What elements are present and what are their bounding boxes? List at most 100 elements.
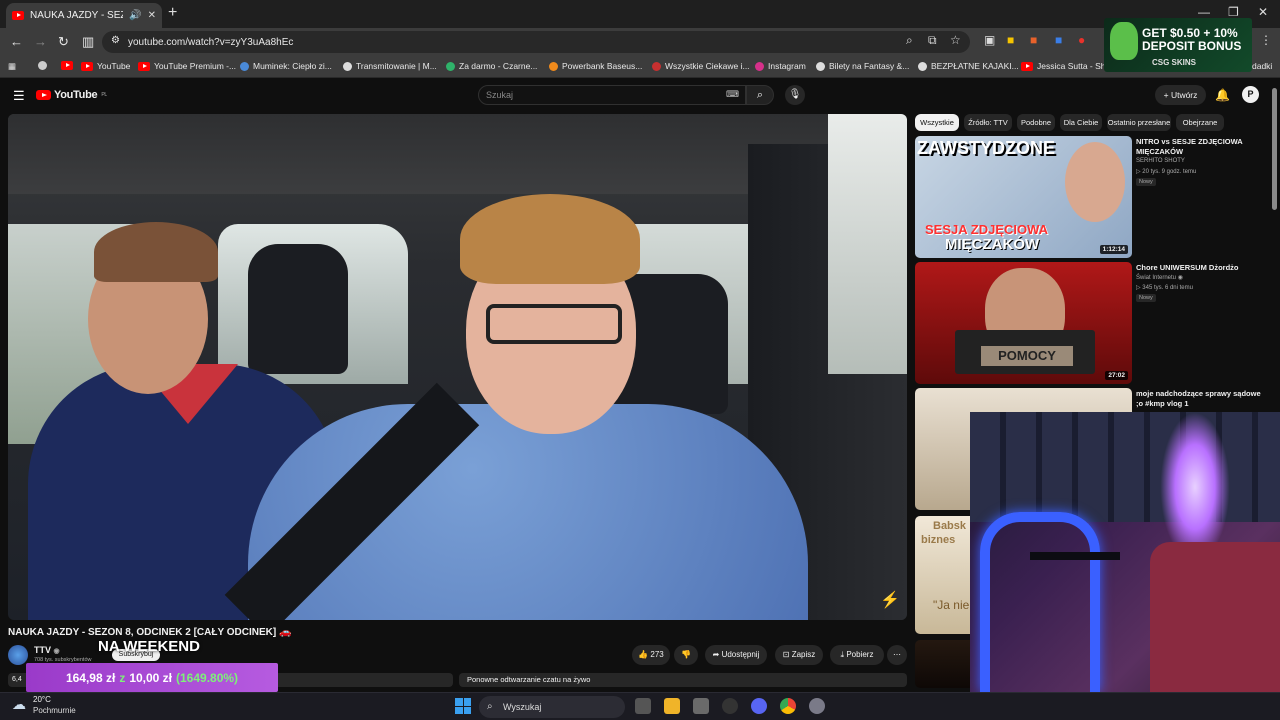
store-icon[interactable] (693, 698, 709, 714)
windows-start-icon[interactable] (455, 698, 471, 714)
like-button[interactable]: 👍 273 (632, 645, 670, 665)
chip-similar[interactable]: Podobne (1017, 114, 1055, 131)
recommendation-thumbnail[interactable]: ZAWSTYDZONE SESJA ZDJĘCIOWA MIĘCZAKÓW 1:… (915, 136, 1132, 258)
recommendation-title[interactable]: moje nadchodzące sprawy sądowe ;o #kmp v… (1136, 389, 1262, 409)
extension-icon[interactable]: ● (1078, 33, 1085, 47)
weather-temperature[interactable]: 20°C (33, 695, 51, 704)
install-icon[interactable]: ⧉ (928, 33, 937, 48)
extension-icon[interactable]: ■ (1007, 33, 1014, 47)
hamburger-menu-icon[interactable]: ☰ (13, 88, 25, 104)
recommendation-channel[interactable]: Świat Internetu ◉ (1136, 274, 1183, 281)
casino-ad-banner[interactable]: GET $0.50 + 10% DEPOSIT BONUS CSG SKINS (1104, 18, 1252, 72)
bookmark-muminek[interactable]: Muminek: Ciepło zi... (240, 61, 332, 71)
bookmark-transmitowanie[interactable]: Transmitowanie | M... (343, 61, 437, 71)
extension-icon[interactable]: ▣ (984, 33, 995, 47)
chip-all[interactable]: Wszystkie (915, 114, 959, 131)
download-button[interactable]: ⤓ Pobierz (830, 645, 884, 665)
zoom-icon[interactable]: ⌕ (906, 33, 913, 48)
browser-tab-active[interactable]: NAUKA JAZDY - SEZON 8, 🔊 ✕ (6, 3, 162, 28)
video-player[interactable]: ⚡ (8, 114, 907, 620)
weather-description[interactable]: Pochmurnie (33, 706, 76, 715)
menu-icon[interactable]: ⋮ (1260, 33, 1272, 47)
sidebar-icon[interactable]: ▥ (82, 34, 94, 50)
recommendation-thumbnail[interactable] (915, 640, 975, 688)
file-explorer-icon[interactable] (664, 698, 680, 714)
bookmark-other[interactable]: dadki (1252, 61, 1272, 71)
bookmarks-bar: ▦ YouTube YouTube Premium -... Muminek: … (0, 56, 1280, 78)
reload-icon[interactable]: ↻ (58, 34, 69, 50)
forward-icon[interactable]: → (34, 34, 47, 49)
thumb-sign: POMOCY (981, 346, 1073, 366)
live-chat-replay-button[interactable]: Ponowne odtwarzanie czatu na żywo (459, 673, 907, 687)
address-bar[interactable]: ⚙ youtube.com/watch?v=zyY3uAa8hEc (102, 31, 970, 53)
new-tab-icon[interactable]: + (168, 4, 177, 22)
share-button[interactable]: ➦ Udostępnij (705, 645, 767, 665)
chrome-icon[interactable] (780, 698, 796, 714)
bookmark-icon[interactable] (61, 61, 73, 70)
bookmark-kajaki[interactable]: BEZPŁATNE KAJAKI... (918, 61, 1019, 71)
bookmark-star-icon[interactable]: ☆ (950, 33, 961, 47)
close-tab-icon[interactable]: ✕ (148, 10, 156, 21)
create-button[interactable]: + Utwórz (1155, 85, 1206, 105)
page-scrollbar[interactable] (1272, 88, 1277, 210)
speaker-icon[interactable]: 🔊 (129, 10, 141, 21)
bookmark-powerbank[interactable]: Powerbank Baseus... (549, 61, 642, 71)
verified-icon: ◉ (53, 648, 60, 655)
search-button[interactable]: ⌕ (746, 85, 774, 105)
apps-icon[interactable]: ▦ (8, 61, 16, 72)
chip-source-ttv[interactable]: Źródło: TTV (964, 114, 1012, 131)
channel-name[interactable]: TTV ◉ (34, 645, 60, 655)
bookmark-za-darmo[interactable]: Za darmo - Czarne... (446, 61, 537, 71)
channel-avatar[interactable] (8, 645, 28, 665)
avatar[interactable]: P (1242, 86, 1259, 103)
video-glasses (486, 304, 622, 344)
bookmark-youtube-premium[interactable]: YouTube Premium -... (138, 61, 236, 71)
bookmark-icon[interactable] (38, 61, 47, 70)
recommendation-thumbnail[interactable]: Babsk biznes "Ja nie (915, 516, 975, 634)
new-badge: Nowy (1136, 178, 1156, 186)
bookmark-wszystkie-ciekawe[interactable]: Wszystkie Ciekawe i... (652, 61, 750, 71)
new-badge: Nowy (1136, 294, 1156, 302)
recommendation-thumbnail[interactable]: POMOCY 27:02 (915, 262, 1132, 384)
discord-icon[interactable] (751, 698, 767, 714)
taskbar-search[interactable]: ⌕ Wyszukaj (479, 696, 625, 718)
chip-watched[interactable]: Obejrzane (1176, 114, 1224, 131)
cloud-icon[interactable]: ☁ (12, 696, 26, 713)
keyboard-icon[interactable]: ⌨ (726, 89, 739, 100)
donation-percent: (1649.80%) (176, 670, 239, 685)
steam-icon[interactable] (722, 698, 738, 714)
bookmark-jessica-sutta[interactable]: Jessica Sutta - Show (1021, 61, 1116, 71)
close-window-icon[interactable]: ✕ (1258, 5, 1268, 19)
extension-icon[interactable]: ■ (1030, 33, 1037, 47)
maximize-icon[interactable]: ❐ (1228, 5, 1239, 19)
more-actions-button[interactable]: ⋯ (887, 645, 907, 665)
donation-goal-overlay: 164,98 zł z 10,00 zł (1649.80%) (26, 663, 278, 692)
extension-icon[interactable]: ■ (1055, 33, 1062, 47)
webcam-bed (1150, 542, 1280, 692)
chip-for-you[interactable]: Dla Ciebie (1060, 114, 1102, 131)
minimize-icon[interactable]: — (1198, 5, 1210, 19)
bookmark-bilety[interactable]: Bilety na Fantasy &... (816, 61, 909, 71)
recommendation-title[interactable]: Chore UNIWERSUM Dżordżo (1136, 263, 1262, 273)
youtube-favicon-icon (138, 61, 150, 71)
channel-watermark-icon[interactable]: ⚡ (880, 590, 900, 610)
recommendation-channel[interactable]: SERHITO SHOTY (1136, 158, 1185, 164)
youtube-favicon-icon (12, 11, 24, 20)
bookmark-youtube[interactable]: YouTube (81, 61, 130, 71)
recommendation-title[interactable]: NITRO vs SESJE ZDJĘCIOWA MIĘCZAKÓW (1136, 137, 1262, 157)
search-input[interactable]: Szukaj ⌨ (478, 85, 746, 105)
notifications-bell-icon[interactable]: 🔔 (1215, 88, 1230, 102)
site-info-icon[interactable]: ⚙ (111, 35, 120, 46)
youtube-logo[interactable]: YouTube PL (36, 89, 107, 101)
save-button[interactable]: ⊡ Zapisz (775, 645, 823, 665)
dislike-button[interactable]: 👎 (674, 645, 698, 665)
video-person-hair (460, 194, 640, 284)
voice-search-button[interactable]: 🎙 (785, 85, 805, 105)
back-icon[interactable]: ← (10, 34, 23, 49)
video-duration: 1:12:14 (1099, 245, 1128, 254)
task-view-icon[interactable] (635, 698, 651, 714)
settings-gear-icon[interactable] (809, 698, 825, 714)
bookmark-instagram[interactable]: Instagram (755, 61, 806, 71)
youtube-favicon-icon (81, 61, 93, 71)
chip-recently-uploaded[interactable]: Ostatnio przesłane (1107, 114, 1171, 131)
